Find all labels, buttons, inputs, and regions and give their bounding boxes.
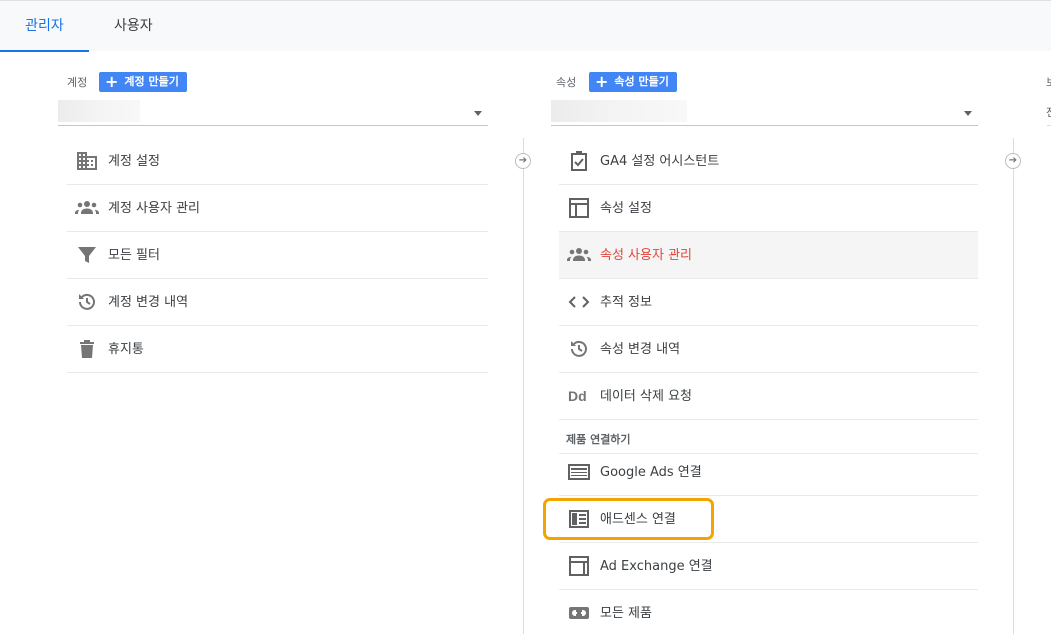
ads-icon <box>568 464 590 480</box>
menu-item-google-ads-link[interactable]: Google Ads 연결 <box>559 449 978 496</box>
menu-item-label: 속성 설정 <box>600 201 652 216</box>
adsense-icon <box>569 510 589 528</box>
people-icon <box>75 201 99 214</box>
product-linking-menu: Google Ads 연결 애드센스 연결 Ad Exchange 연결 모든 … <box>559 449 978 637</box>
link-icon <box>569 607 589 619</box>
menu-item-label: 속성 변경 내역 <box>600 342 681 357</box>
layout-icon <box>569 198 589 218</box>
history-icon <box>571 340 587 357</box>
dd-icon: Dd <box>568 388 587 404</box>
menu-item-property-settings[interactable]: 속성 설정 <box>559 185 978 232</box>
menu-item-label: 속성 사용자 관리 <box>600 248 692 263</box>
column-divider <box>1013 138 1014 634</box>
create-account-button-label: 계정 만들기 <box>124 75 179 88</box>
menu-item-label: 모든 필터 <box>108 248 160 263</box>
create-property-button-label: 속성 만들기 <box>614 75 669 88</box>
account-label: 계정 <box>67 76 88 89</box>
create-property-button[interactable]: + 속성 만들기 <box>589 72 677 92</box>
menu-item-adsense-link[interactable]: 애드센스 연결 <box>559 496 978 543</box>
menu-item-all-products[interactable]: 모든 제품 <box>559 590 978 637</box>
menu-item-label: 계정 사용자 관리 <box>108 201 200 216</box>
view-selector-partial[interactable]: 전 <box>1046 104 1051 120</box>
chevron-down-icon <box>964 111 972 116</box>
menu-item-data-deletion-requests[interactable]: Dd 데이터 삭제 요청 <box>559 373 978 420</box>
clipboard-check-icon <box>571 151 587 171</box>
svg-text:Dd: Dd <box>568 388 587 404</box>
tab-users[interactable]: 사용자 <box>114 1 153 51</box>
trash-icon <box>80 340 94 358</box>
menu-item-account-settings[interactable]: 계정 설정 <box>67 138 488 185</box>
adexchange-icon <box>569 556 589 576</box>
property-menu: GA4 설정 어시스턴트 속성 설정 속성 사용자 관리 추적 정보 속성 변경… <box>559 138 978 420</box>
menu-item-label: 모든 제품 <box>600 606 652 621</box>
arrow-right-icon: ➔ <box>1005 153 1021 169</box>
property-label: 속성 <box>556 76 577 89</box>
menu-item-label: 애드센스 연결 <box>600 512 676 527</box>
account-menu: 계정 설정 계정 사용자 관리 모든 필터 계정 변경 내역 휴지통 <box>67 138 488 373</box>
filter-icon <box>78 247 96 263</box>
menu-item-property-history[interactable]: 속성 변경 내역 <box>559 326 978 373</box>
menu-item-property-users[interactable]: 속성 사용자 관리 <box>559 232 978 279</box>
history-icon <box>79 293 95 310</box>
menu-item-ad-exchange-link[interactable]: Ad Exchange 연결 <box>559 543 978 590</box>
chevron-down-icon <box>474 111 482 116</box>
menu-item-label: 계정 설정 <box>108 154 160 169</box>
plus-icon: + <box>595 72 609 91</box>
code-icon <box>568 296 590 308</box>
view-selector-underline <box>1047 125 1051 126</box>
building-icon <box>77 152 97 170</box>
menu-item-all-filters[interactable]: 모든 필터 <box>67 232 488 279</box>
create-account-button[interactable]: + 계정 만들기 <box>99 72 187 92</box>
menu-item-tracking-info[interactable]: 추적 정보 <box>559 279 978 326</box>
tab-admin[interactable]: 관리자 <box>0 1 89 52</box>
account-name-redacted <box>58 100 140 122</box>
menu-item-account-users[interactable]: 계정 사용자 관리 <box>67 185 488 232</box>
view-label-partial: 보 <box>1046 74 1051 90</box>
menu-item-label: 데이터 삭제 요청 <box>600 389 692 404</box>
account-selector[interactable] <box>58 100 488 126</box>
people-icon <box>567 248 591 261</box>
menu-item-ga4-setup-assistant[interactable]: GA4 설정 어시스턴트 <box>559 138 978 185</box>
menu-item-label: Google Ads 연결 <box>600 465 702 480</box>
menu-item-account-history[interactable]: 계정 변경 내역 <box>67 279 488 326</box>
menu-item-trash[interactable]: 휴지통 <box>67 326 488 373</box>
arrow-right-icon: ➔ <box>515 153 531 169</box>
property-selector[interactable] <box>551 100 978 126</box>
tab-bar: 관리자 사용자 <box>0 0 1051 52</box>
menu-item-label: GA4 설정 어시스턴트 <box>600 154 720 169</box>
menu-item-label: Ad Exchange 연결 <box>600 559 713 574</box>
menu-item-label: 휴지통 <box>108 342 144 357</box>
property-name-redacted <box>551 100 687 122</box>
menu-item-label: 계정 변경 내역 <box>108 295 189 310</box>
column-divider <box>523 138 524 634</box>
plus-icon: + <box>105 72 119 91</box>
menu-item-label: 추적 정보 <box>600 295 652 310</box>
